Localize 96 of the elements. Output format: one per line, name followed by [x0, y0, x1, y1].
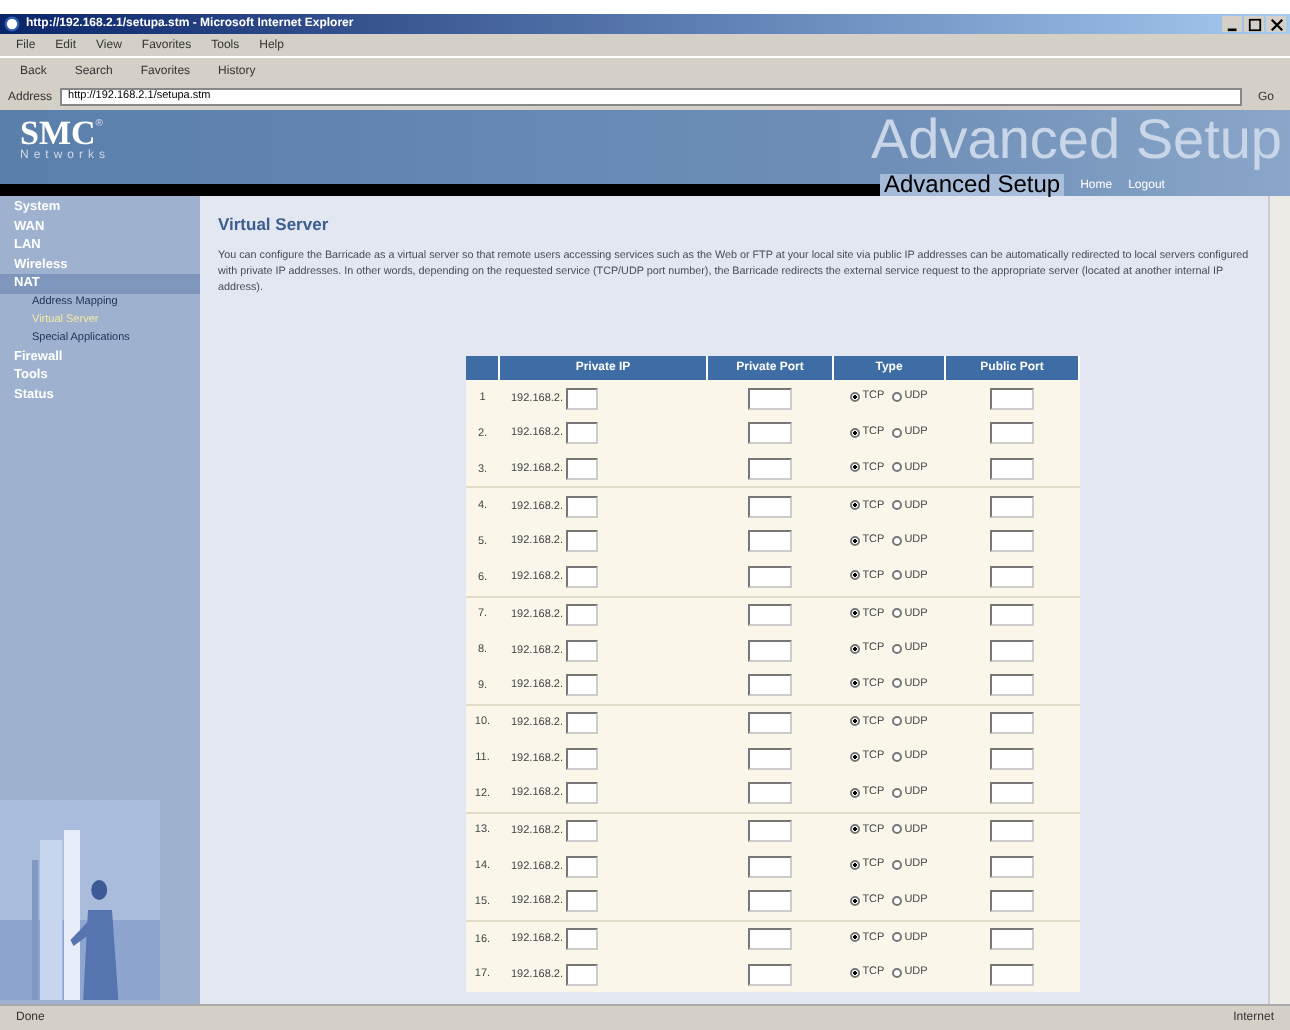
radio-button[interactable] [892, 608, 903, 619]
radio-button[interactable] [850, 716, 861, 727]
minimize-button[interactable] [1222, 16, 1242, 32]
port-field[interactable] [748, 963, 792, 986]
port-field[interactable] [990, 422, 1034, 445]
port-field[interactable] [748, 495, 792, 518]
port-field[interactable] [990, 639, 1034, 662]
maximize-icon [1247, 17, 1261, 31]
port-field[interactable] [990, 819, 1034, 842]
ip-field[interactable] [565, 747, 597, 770]
radio-button[interactable] [892, 895, 903, 906]
ip-field[interactable] [565, 530, 597, 553]
logo: SMC [20, 118, 96, 150]
port-field[interactable] [990, 674, 1034, 697]
radio-button[interactable] [850, 570, 861, 581]
radio-button[interactable] [892, 427, 903, 438]
radio-button[interactable] [850, 608, 861, 619]
ip-field[interactable] [565, 711, 597, 734]
ip-field[interactable] [565, 782, 597, 805]
radio-button[interactable] [850, 427, 861, 438]
port-field[interactable] [990, 890, 1034, 913]
radio-button[interactable] [892, 859, 903, 870]
radio-button[interactable] [850, 967, 861, 978]
radio-button[interactable] [892, 570, 903, 581]
port-field[interactable] [748, 928, 792, 951]
port-field[interactable] [748, 711, 792, 734]
maximize-button[interactable] [1244, 16, 1264, 32]
port-field[interactable] [748, 639, 792, 662]
radio-button[interactable] [850, 932, 861, 943]
port-field[interactable] [748, 566, 792, 589]
port-field[interactable] [990, 458, 1034, 481]
ip-field[interactable] [565, 819, 597, 842]
port-field[interactable] [990, 855, 1034, 878]
port-field[interactable] [990, 782, 1034, 805]
ip-field[interactable] [565, 603, 597, 626]
radio-button[interactable] [850, 859, 861, 870]
close-button[interactable] [1266, 16, 1286, 32]
port-field[interactable] [990, 747, 1034, 770]
radio-button[interactable] [892, 824, 903, 835]
ip-field[interactable] [565, 458, 597, 481]
radio-button[interactable] [892, 391, 903, 402]
radio-button[interactable] [892, 462, 903, 473]
port-field[interactable] [748, 855, 792, 878]
ip-field[interactable] [565, 890, 597, 913]
port-field[interactable] [990, 928, 1034, 951]
port-field[interactable] [748, 458, 792, 481]
ip-field[interactable] [565, 566, 597, 589]
radio-button[interactable] [850, 787, 861, 798]
port-field[interactable] [748, 530, 792, 553]
ip-field[interactable] [565, 495, 597, 518]
ip-field[interactable] [565, 855, 597, 878]
banner-text: Advanced Setup [871, 112, 1282, 168]
section-title: Virtual Server [218, 214, 331, 234]
scrollbar[interactable] [1268, 196, 1290, 1004]
port-field[interactable] [748, 782, 792, 805]
radio-button[interactable] [892, 932, 903, 943]
radio-button[interactable] [850, 643, 861, 654]
port-field[interactable] [748, 674, 792, 697]
port-field[interactable] [748, 422, 792, 445]
radio-button[interactable] [892, 787, 903, 798]
page-heading: Advanced Setup [880, 174, 1065, 196]
radio-button[interactable] [850, 391, 861, 402]
port-field[interactable] [990, 387, 1034, 410]
radio-button[interactable] [850, 751, 861, 762]
port-field[interactable] [748, 819, 792, 842]
ip-field[interactable] [565, 674, 597, 697]
radio-button[interactable] [850, 500, 861, 511]
radio-button[interactable] [850, 824, 861, 835]
radio-button[interactable] [892, 643, 903, 654]
radio-button[interactable] [892, 500, 903, 511]
radio-button[interactable] [892, 716, 903, 727]
ip-field[interactable] [565, 639, 597, 662]
close-icon [1269, 17, 1283, 31]
header-cell [466, 356, 499, 381]
port-field[interactable] [990, 603, 1034, 626]
radio-button[interactable] [892, 535, 903, 546]
radio-button[interactable] [892, 967, 903, 978]
ip-field[interactable] [565, 387, 597, 410]
port-field[interactable] [748, 890, 792, 913]
port-field[interactable] [748, 603, 792, 626]
port-field[interactable] [990, 530, 1034, 553]
radio-button[interactable] [850, 535, 861, 546]
ip-field[interactable] [565, 928, 597, 951]
radio-button[interactable] [850, 462, 861, 473]
port-field[interactable] [990, 495, 1034, 518]
radio-button[interactable] [892, 678, 903, 689]
port-field[interactable] [990, 963, 1034, 986]
ip-field[interactable] [565, 422, 597, 445]
port-field[interactable] [748, 747, 792, 770]
ip-field[interactable] [565, 963, 597, 986]
radio-button[interactable] [892, 751, 903, 762]
port-field[interactable] [990, 566, 1034, 589]
radio-button[interactable] [850, 678, 861, 689]
radio-button[interactable] [850, 895, 861, 906]
port-field[interactable] [990, 711, 1034, 734]
port-field[interactable] [748, 387, 792, 410]
